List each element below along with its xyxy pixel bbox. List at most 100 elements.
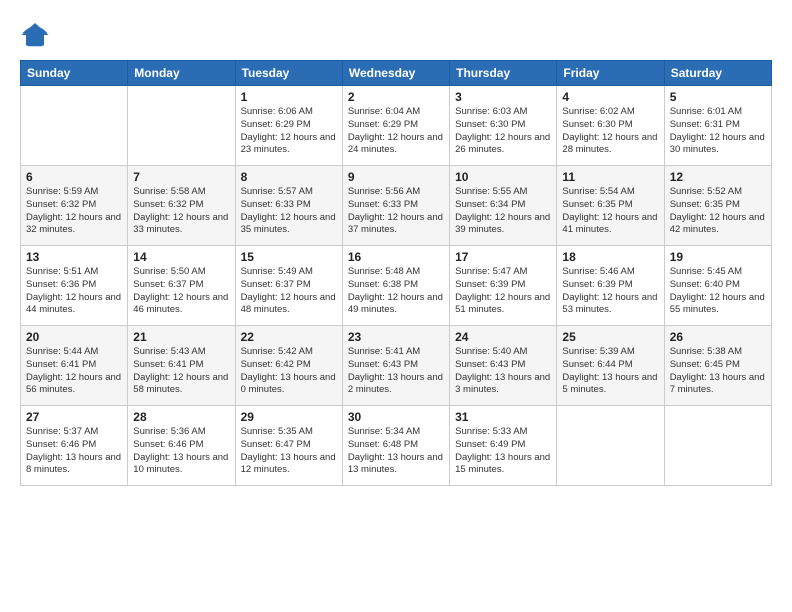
calendar-cell: 15 Sunrise: 5:49 AM Sunset: 6:37 PM Dayli… [235,246,342,326]
calendar-cell: 22 Sunrise: 5:42 AM Sunset: 6:42 PM Dayli… [235,326,342,406]
day-info: Sunrise: 5:34 AM Sunset: 6:48 PM Dayligh… [348,426,444,477]
calendar-cell: 3 Sunrise: 6:03 AM Sunset: 6:30 PM Daylig… [450,86,557,166]
calendar-cell: 5 Sunrise: 6:01 AM Sunset: 6:31 PM Daylig… [664,86,771,166]
day-number: 15 [241,250,337,264]
calendar-cell: 31 Sunrise: 5:33 AM Sunset: 6:49 PM Dayli… [450,406,557,486]
day-number: 3 [455,90,551,104]
day-number: 16 [348,250,444,264]
day-number: 21 [133,330,229,344]
day-info: Sunrise: 5:37 AM Sunset: 6:46 PM Dayligh… [26,426,122,477]
day-number: 30 [348,410,444,424]
day-number: 18 [562,250,658,264]
day-number: 5 [670,90,766,104]
calendar-cell: 18 Sunrise: 5:46 AM Sunset: 6:39 PM Dayli… [557,246,664,326]
col-tuesday: Tuesday [235,61,342,86]
day-info: Sunrise: 5:54 AM Sunset: 6:35 PM Dayligh… [562,186,658,237]
day-number: 22 [241,330,337,344]
day-number: 24 [455,330,551,344]
day-number: 12 [670,170,766,184]
calendar-cell [557,406,664,486]
day-number: 8 [241,170,337,184]
day-info: Sunrise: 6:04 AM Sunset: 6:29 PM Dayligh… [348,106,444,157]
calendar-week-row: 20 Sunrise: 5:44 AM Sunset: 6:41 PM Dayli… [21,326,772,406]
day-info: Sunrise: 6:01 AM Sunset: 6:31 PM Dayligh… [670,106,766,157]
calendar-cell: 25 Sunrise: 5:39 AM Sunset: 6:44 PM Dayli… [557,326,664,406]
day-info: Sunrise: 5:44 AM Sunset: 6:41 PM Dayligh… [26,346,122,397]
calendar-cell: 27 Sunrise: 5:37 AM Sunset: 6:46 PM Dayli… [21,406,128,486]
calendar-cell: 7 Sunrise: 5:58 AM Sunset: 6:32 PM Daylig… [128,166,235,246]
day-info: Sunrise: 5:42 AM Sunset: 6:42 PM Dayligh… [241,346,337,397]
calendar-cell: 30 Sunrise: 5:34 AM Sunset: 6:48 PM Dayli… [342,406,449,486]
day-info: Sunrise: 6:02 AM Sunset: 6:30 PM Dayligh… [562,106,658,157]
col-monday: Monday [128,61,235,86]
day-info: Sunrise: 5:51 AM Sunset: 6:36 PM Dayligh… [26,266,122,317]
calendar-cell: 28 Sunrise: 5:36 AM Sunset: 6:46 PM Dayli… [128,406,235,486]
day-info: Sunrise: 5:41 AM Sunset: 6:43 PM Dayligh… [348,346,444,397]
day-number: 31 [455,410,551,424]
day-info: Sunrise: 5:43 AM Sunset: 6:41 PM Dayligh… [133,346,229,397]
day-info: Sunrise: 5:45 AM Sunset: 6:40 PM Dayligh… [670,266,766,317]
calendar-cell: 20 Sunrise: 5:44 AM Sunset: 6:41 PM Dayli… [21,326,128,406]
day-info: Sunrise: 5:48 AM Sunset: 6:38 PM Dayligh… [348,266,444,317]
day-number: 19 [670,250,766,264]
day-number: 13 [26,250,122,264]
col-saturday: Saturday [664,61,771,86]
logo-icon [20,20,50,50]
day-number: 27 [26,410,122,424]
calendar-cell: 29Sunrise: 5:35 AM Sunset: 6:47 PM Dayli… [235,406,342,486]
day-number: 9 [348,170,444,184]
col-friday: Friday [557,61,664,86]
calendar-cell [128,86,235,166]
col-wednesday: Wednesday [342,61,449,86]
day-info: Sunrise: 6:06 AM Sunset: 6:29 PM Dayligh… [241,106,337,157]
day-info: Sunrise: 5:46 AM Sunset: 6:39 PM Dayligh… [562,266,658,317]
day-info: Sunrise: 5:49 AM Sunset: 6:37 PM Dayligh… [241,266,337,317]
calendar-cell: 23 Sunrise: 5:41 AM Sunset: 6:43 PM Dayli… [342,326,449,406]
calendar-week-row: 13 Sunrise: 5:51 AM Sunset: 6:36 PM Dayli… [21,246,772,326]
calendar-cell: 13 Sunrise: 5:51 AM Sunset: 6:36 PM Dayli… [21,246,128,326]
logo [20,20,54,50]
day-number: 26 [670,330,766,344]
day-info: Sunrise: 5:59 AM Sunset: 6:32 PM Dayligh… [26,186,122,237]
calendar-cell: 10 Sunrise: 5:55 AM Sunset: 6:34 PM Dayli… [450,166,557,246]
day-number: 4 [562,90,658,104]
day-number: 28 [133,410,229,424]
calendar-cell: 14Sunrise: 5:50 AM Sunset: 6:37 PM Dayli… [128,246,235,326]
day-info: Sunrise: 5:33 AM Sunset: 6:49 PM Dayligh… [455,426,551,477]
calendar-cell: 17Sunrise: 5:47 AM Sunset: 6:39 PM Dayli… [450,246,557,326]
day-info: Sunrise: 5:56 AM Sunset: 6:33 PM Dayligh… [348,186,444,237]
calendar-week-row: 6Sunrise: 5:59 AM Sunset: 6:32 PM Daylig… [21,166,772,246]
calendar-cell [21,86,128,166]
calendar-cell: 4 Sunrise: 6:02 AM Sunset: 6:30 PM Daylig… [557,86,664,166]
page: Sunday Monday Tuesday Wednesday Thursday… [0,0,792,612]
calendar-cell [664,406,771,486]
day-number: 20 [26,330,122,344]
day-info: Sunrise: 5:36 AM Sunset: 6:46 PM Dayligh… [133,426,229,477]
calendar-cell: 12Sunrise: 5:52 AM Sunset: 6:35 PM Dayli… [664,166,771,246]
day-number: 23 [348,330,444,344]
day-number: 10 [455,170,551,184]
calendar-cell: 26Sunrise: 5:38 AM Sunset: 6:45 PM Dayli… [664,326,771,406]
calendar-cell: 1 Sunrise: 6:06 AM Sunset: 6:29 PM Daylig… [235,86,342,166]
day-number: 25 [562,330,658,344]
col-sunday: Sunday [21,61,128,86]
day-info: Sunrise: 5:58 AM Sunset: 6:32 PM Dayligh… [133,186,229,237]
calendar-table: Sunday Monday Tuesday Wednesday Thursday… [20,60,772,486]
calendar-cell: 2Sunrise: 6:04 AM Sunset: 6:29 PM Daylig… [342,86,449,166]
day-info: Sunrise: 5:57 AM Sunset: 6:33 PM Dayligh… [241,186,337,237]
day-info: Sunrise: 5:39 AM Sunset: 6:44 PM Dayligh… [562,346,658,397]
calendar-week-row: 27 Sunrise: 5:37 AM Sunset: 6:46 PM Dayli… [21,406,772,486]
day-number: 14 [133,250,229,264]
col-thursday: Thursday [450,61,557,86]
day-number: 7 [133,170,229,184]
calendar-cell: 11Sunrise: 5:54 AM Sunset: 6:35 PM Dayli… [557,166,664,246]
day-info: Sunrise: 6:03 AM Sunset: 6:30 PM Dayligh… [455,106,551,157]
calendar-cell: 16 Sunrise: 5:48 AM Sunset: 6:38 PM Dayli… [342,246,449,326]
day-info: Sunrise: 5:35 AM Sunset: 6:47 PM Dayligh… [241,426,337,477]
calendar-header-row: Sunday Monday Tuesday Wednesday Thursday… [21,61,772,86]
calendar-week-row: 1 Sunrise: 6:06 AM Sunset: 6:29 PM Daylig… [21,86,772,166]
header [20,20,772,50]
day-number: 1 [241,90,337,104]
day-info: Sunrise: 5:40 AM Sunset: 6:43 PM Dayligh… [455,346,551,397]
day-info: Sunrise: 5:55 AM Sunset: 6:34 PM Dayligh… [455,186,551,237]
